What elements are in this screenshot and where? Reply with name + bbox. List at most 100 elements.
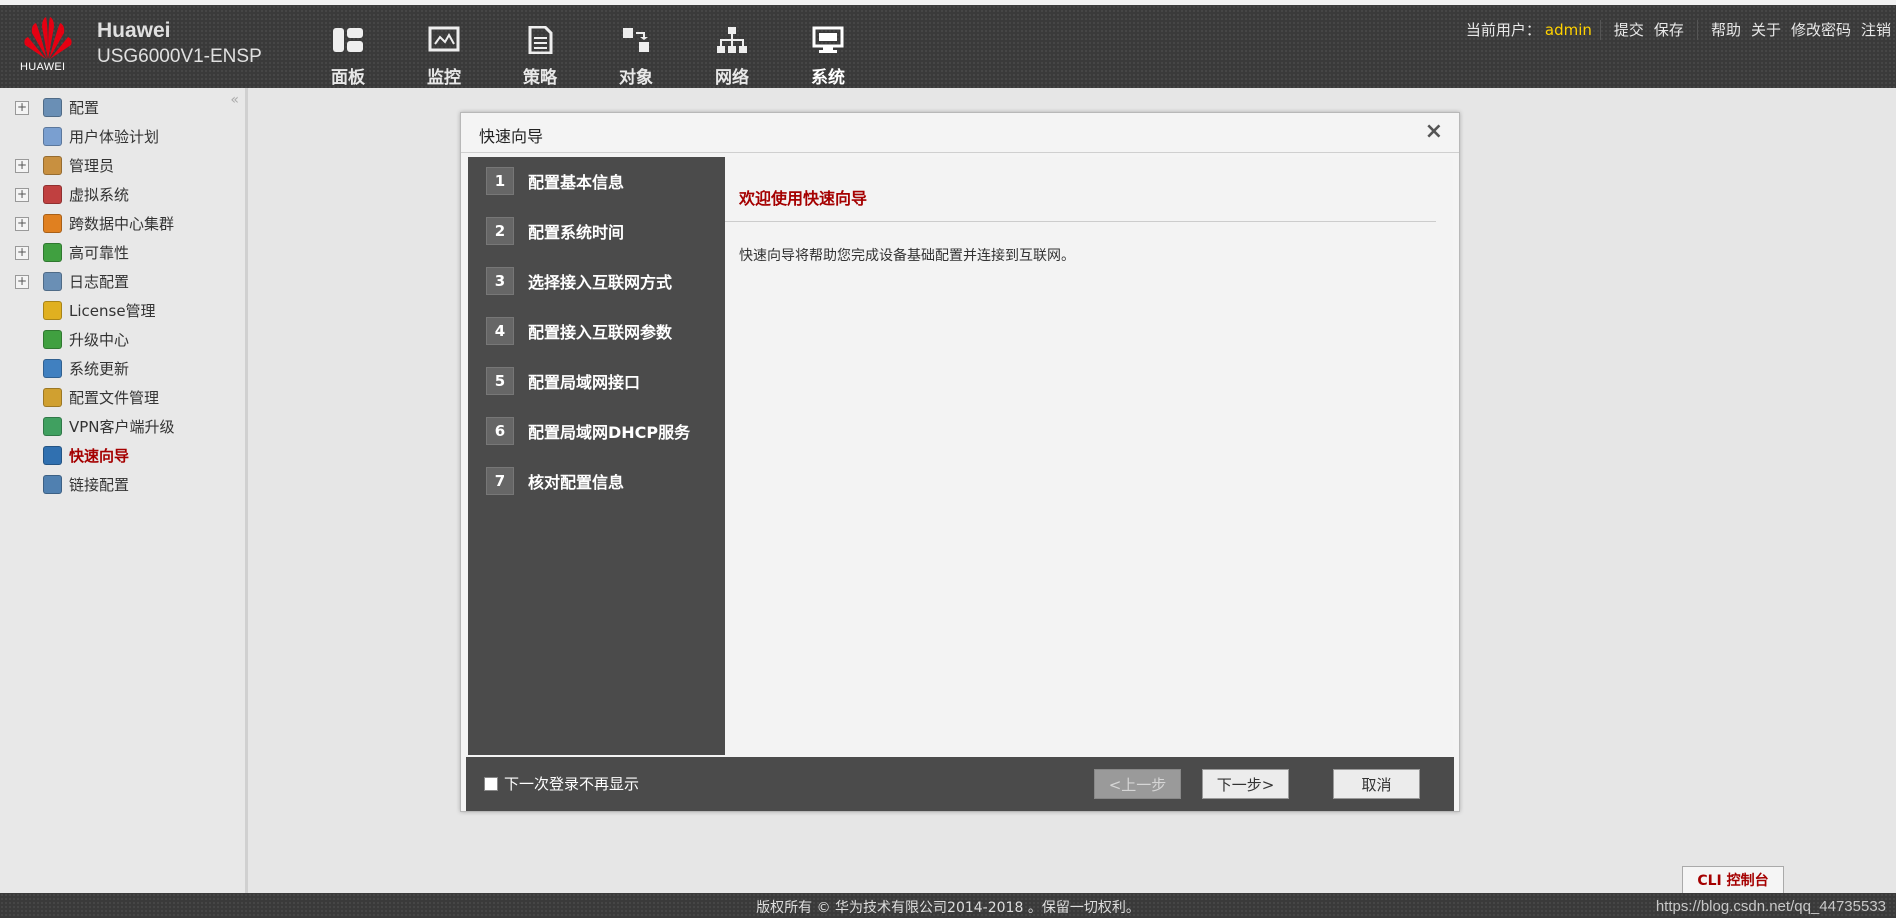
expand-icon[interactable]: +	[15, 274, 29, 289]
expand-icon[interactable]: +	[15, 158, 29, 173]
content-description: 快速向导将帮助您完成设备基础配置并连接到互联网。	[739, 248, 1075, 264]
sidebar: « + 配置 用户体验计划 + 管理员 + 虚拟系统 + 跨数据中心集群 + 高可靠性 + 日志配置 Li…	[0, 88, 248, 893]
footer: 版权所有 © 华为技术有限公司2014-2018 。保留一切权利。 https:…	[0, 893, 1896, 918]
wizard-step[interactable]: 1 配置基本信息	[486, 165, 624, 197]
step-label: 配置接入互联网参数	[528, 323, 673, 342]
nav-object[interactable]: 对象	[588, 5, 684, 93]
sidebar-item[interactable]: License管理	[0, 296, 245, 325]
sidebar-item[interactable]: + 高可靠性	[0, 238, 245, 267]
vpn-client-icon	[43, 417, 62, 436]
wizard-step[interactable]: 7 核对配置信息	[486, 465, 624, 497]
step-label: 配置基本信息	[528, 173, 625, 192]
upgrade-center-icon	[43, 330, 62, 349]
step-number: 1	[486, 167, 514, 195]
network-icon	[715, 25, 749, 55]
nav-label: 对象	[619, 68, 653, 88]
dialog-footer: 下一次登录不再显示 <上一步 下一步> 取消	[466, 757, 1454, 811]
sidebar-item[interactable]: + 日志配置	[0, 267, 245, 296]
logout-link[interactable]: 注销	[1861, 19, 1891, 40]
about-link[interactable]: 关于	[1751, 19, 1781, 40]
wizard-steps: 1 配置基本信息 2 配置系统时间 3 选择接入互联网方式 4 配置接入互联网参数 5 配置局域网…	[468, 157, 725, 755]
wizard-step[interactable]: 5 配置局域网接口	[486, 365, 640, 397]
wizard-step[interactable]: 4 配置接入互联网参数	[486, 315, 672, 347]
config-file-icon	[43, 388, 62, 407]
quick-wizard-icon	[43, 446, 62, 465]
sidebar-item-label: 配置文件管理	[69, 389, 160, 407]
expand-icon[interactable]: +	[15, 100, 29, 115]
cli-console-button[interactable]: CLI 控制台	[1682, 866, 1784, 893]
next-step-button[interactable]: 下一步>	[1202, 769, 1289, 799]
sidebar-item-label: 跨数据中心集群	[69, 215, 175, 233]
sidebar-item-label: 快速向导	[69, 447, 130, 465]
expand-icon[interactable]: +	[15, 216, 29, 231]
step-label: 配置局域网DHCP服务	[528, 423, 691, 442]
dashboard-icon	[331, 25, 365, 55]
virtual-system-icon	[43, 185, 62, 204]
admin-icon	[43, 156, 62, 175]
sidebar-item[interactable]: 链接配置	[0, 470, 245, 499]
nav-label: 监控	[427, 68, 461, 88]
sidebar-item[interactable]: 用户体验计划	[0, 122, 245, 151]
cancel-button[interactable]: 取消	[1333, 769, 1420, 799]
sidebar-item[interactable]: + 虚拟系统	[0, 180, 245, 209]
sidebar-item[interactable]: VPN客户端升级	[0, 412, 245, 441]
main-nav: 面板 监控 策略 对象 网络 系统	[300, 5, 876, 93]
log-config-icon	[43, 272, 62, 291]
device-model: USG6000V1-ENSP	[97, 46, 262, 67]
monitor-icon	[427, 25, 461, 55]
watermark-text: https://blog.csdn.net/qq_44735533	[1655, 898, 1886, 915]
nav-dashboard[interactable]: 面板	[300, 5, 396, 93]
system-icon	[811, 25, 845, 55]
close-icon[interactable]: ×	[1425, 119, 1443, 144]
huawei-logo-icon	[24, 17, 72, 59]
top-bar: HUAWEI Huawei USG6000V1-ENSP 面板 监控 策略 对象…	[0, 0, 1896, 88]
nav-label: 面板	[331, 68, 365, 88]
nav-policy[interactable]: 策略	[492, 5, 588, 93]
sidebar-tree: + 配置 用户体验计划 + 管理员 + 虚拟系统 + 跨数据中心集群 + 高可靠性 + 日志配置 Lice…	[0, 88, 245, 499]
copyright-text: 版权所有 © 华为技术有限公司2014-2018 。保留一切权利。	[756, 900, 1140, 916]
step-label: 配置系统时间	[528, 223, 625, 242]
wizard-step[interactable]: 6 配置局域网DHCP服务	[486, 415, 690, 447]
sidebar-item[interactable]: 配置文件管理	[0, 383, 245, 412]
wizard-step[interactable]: 3 选择接入互联网方式	[486, 265, 672, 297]
help-link[interactable]: 帮助	[1711, 19, 1741, 40]
brand-name: Huawei	[97, 19, 171, 42]
dialog-header: 快速向导 ×	[461, 113, 1459, 153]
sidebar-item-label: 系统更新	[69, 360, 130, 378]
nav-system[interactable]: 系统	[780, 5, 876, 93]
sidebar-item-label: 虚拟系统	[69, 186, 130, 204]
sidebar-item[interactable]: 升级中心	[0, 325, 245, 354]
save-link[interactable]: 保存	[1654, 19, 1684, 40]
step-label: 选择接入互联网方式	[528, 273, 673, 292]
expand-icon[interactable]: +	[15, 245, 29, 260]
sidebar-item-label: 升级中心	[69, 331, 130, 349]
huawei-logo: HUAWEI	[18, 15, 78, 75]
expand-icon[interactable]: +	[15, 187, 29, 202]
sidebar-item[interactable]: + 跨数据中心集群	[0, 209, 245, 238]
nav-label: 策略	[523, 68, 557, 88]
sidebar-item[interactable]: + 配置	[0, 93, 245, 122]
no-show-option[interactable]: 下一次登录不再显示	[484, 773, 639, 794]
no-show-checkbox[interactable]	[484, 776, 498, 791]
policy-icon	[523, 25, 557, 55]
step-label: 核对配置信息	[528, 473, 625, 492]
sidebar-item[interactable]: 快速向导	[0, 441, 245, 470]
current-user-name: admin	[1544, 20, 1592, 39]
submit-link[interactable]: 提交	[1614, 19, 1644, 40]
sidebar-item[interactable]: 系统更新	[0, 354, 245, 383]
wizard-step[interactable]: 2 配置系统时间	[486, 215, 624, 247]
nav-monitor[interactable]: 监控	[396, 5, 492, 93]
cluster-icon	[43, 214, 62, 233]
step-label: 配置局域网接口	[528, 373, 641, 392]
prev-step-button[interactable]: <上一步	[1094, 769, 1181, 799]
system-update-icon	[43, 359, 62, 378]
sidebar-item-label: VPN客户端升级	[69, 418, 175, 436]
wizard-content: 欢迎使用快速向导 快速向导将帮助您完成设备基础配置并连接到互联网。	[725, 157, 1453, 755]
divider	[1696, 19, 1698, 40]
quick-wizard-dialog: 快速向导 × 1 配置基本信息 2 配置系统时间 3 选择接入互联网方式 4 配置接入互联网参…	[460, 112, 1460, 812]
user-experience-icon	[43, 127, 62, 146]
sidebar-item[interactable]: + 管理员	[0, 151, 245, 180]
link-config-icon	[43, 475, 62, 494]
nav-network[interactable]: 网络	[684, 5, 780, 93]
change-password-link[interactable]: 修改密码	[1791, 19, 1851, 40]
